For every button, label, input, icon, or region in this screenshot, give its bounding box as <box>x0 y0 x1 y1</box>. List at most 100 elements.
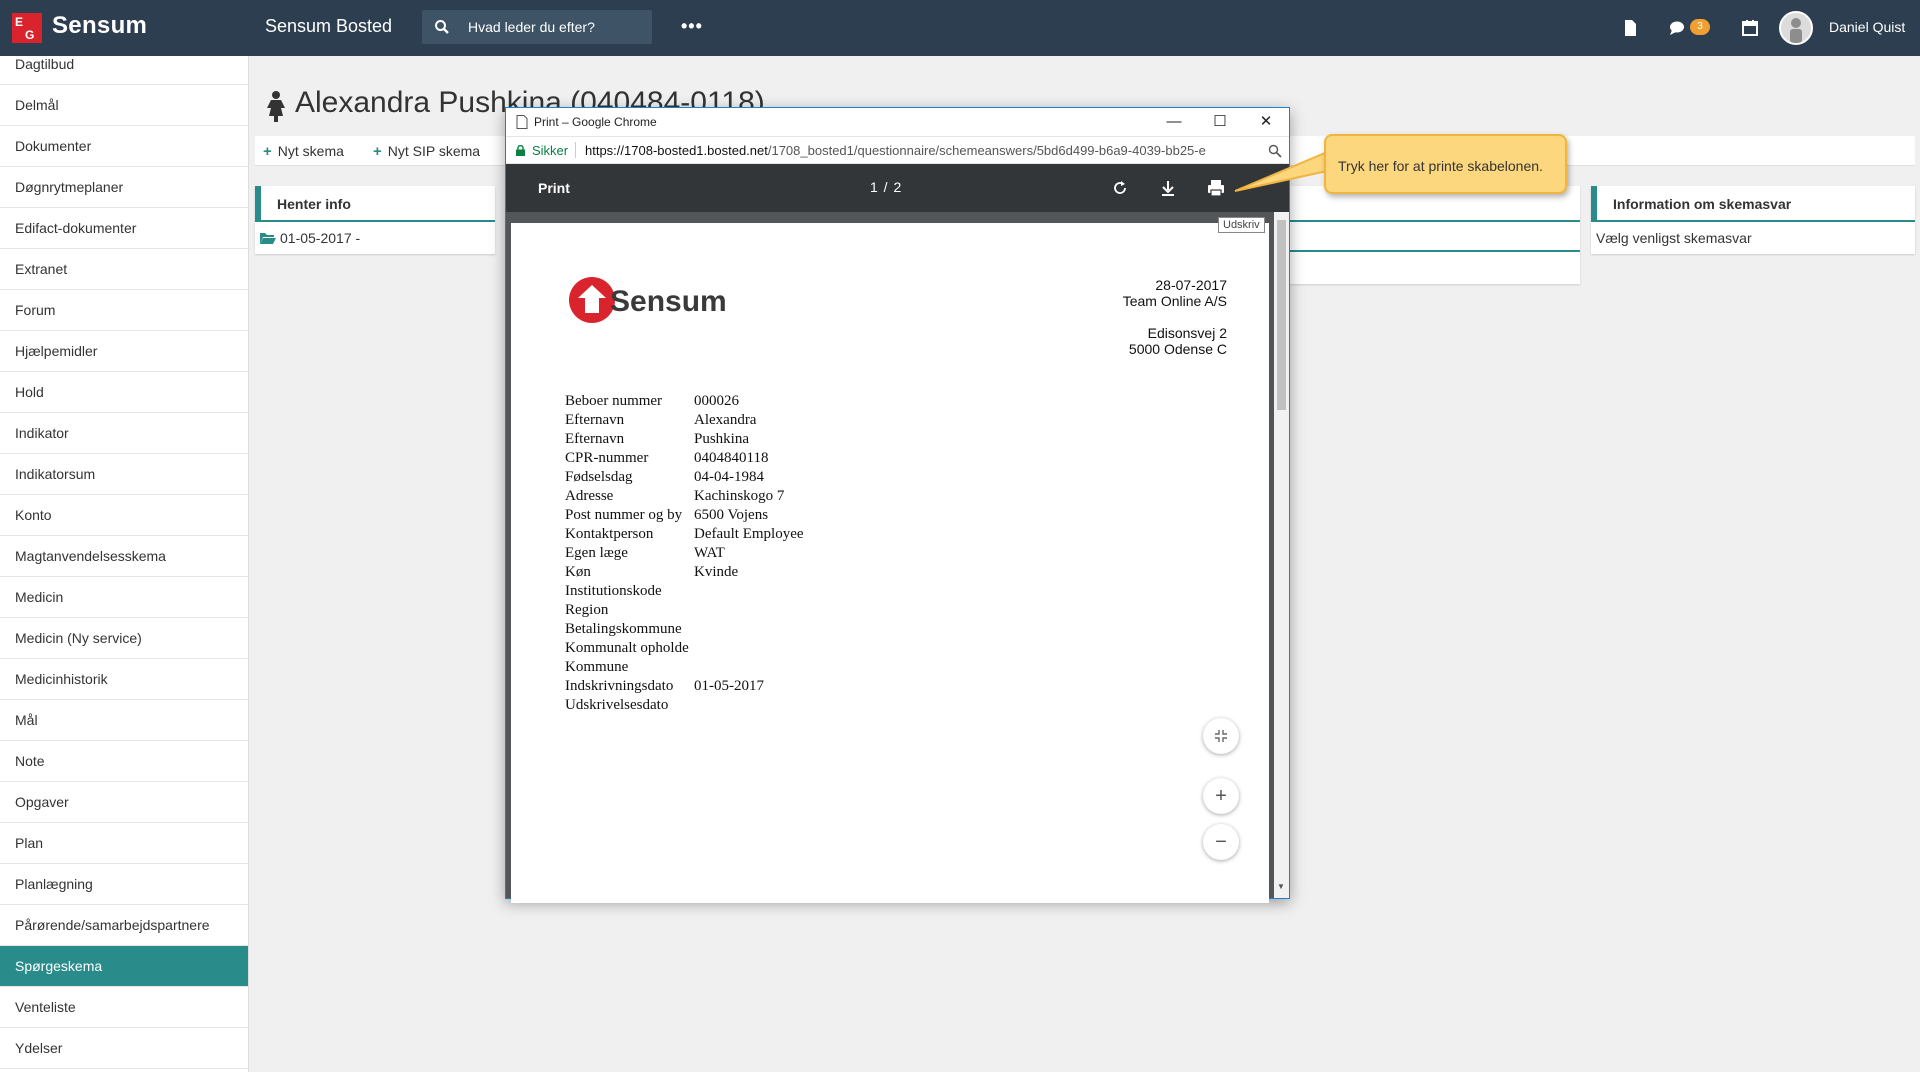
scroll-down-arrow-icon[interactable]: ▼ <box>1277 882 1285 891</box>
document-field-value: WAT <box>694 545 725 561</box>
sidebar-item[interactable]: Pårørende/samarbejdspartnere <box>0 905 248 946</box>
document-field-label: Institutionskode <box>565 583 662 599</box>
sidebar-item[interactable]: Opgaver <box>0 782 248 823</box>
sidebar-item[interactable]: Ydelser <box>0 1028 248 1069</box>
document-field-value: 0404840118 <box>694 450 769 466</box>
sidebar-item[interactable]: Døgnrytmeplaner <box>0 167 248 208</box>
document-logo-text: Sensum <box>610 285 727 318</box>
url-path: /1708_bosted1/questionnaire/schemeanswer… <box>767 143 1206 158</box>
scrollbar-thumb[interactable] <box>1277 220 1286 410</box>
sidebar-item[interactable]: Mål <box>0 700 248 741</box>
svg-text:E: E <box>15 15 23 29</box>
document-field-label: Udskrivelsesdato <box>565 697 669 713</box>
close-button[interactable]: ✕ <box>1243 108 1289 136</box>
minimize-button[interactable]: — <box>1151 108 1197 136</box>
sidebar-item[interactable]: Hold <box>0 372 248 413</box>
document-field-label: Køn <box>565 564 591 580</box>
url-text[interactable]: https://1708-bosted1.bosted.net/1708_bos… <box>585 143 1265 158</box>
sidebar-item[interactable]: Extranet <box>0 249 248 290</box>
female-person-icon <box>267 91 285 122</box>
plus-icon: + <box>263 143 272 160</box>
document-field-label: Kommunalt opholde <box>565 640 689 656</box>
sidebar-item[interactable]: Delmål <box>0 85 248 126</box>
sidebar-item[interactable]: Edifact-dokumenter <box>0 208 248 249</box>
sidebar-item[interactable]: Medicin <box>0 577 248 618</box>
document-field-label: Fødselsdag <box>565 469 633 485</box>
new-sip-scheme-button[interactable]: + Nyt SIP skema <box>373 143 480 160</box>
window-titlebar[interactable]: Print – Google Chrome — ☐ ✕ <box>506 108 1289 136</box>
user-avatar-icon <box>1790 18 1802 43</box>
sidebar-item[interactable]: Planlægning <box>0 864 248 905</box>
document-icon[interactable] <box>1619 17 1641 39</box>
print-window: Print – Google Chrome — ☐ ✕ Sikker https… <box>505 107 1290 903</box>
sidebar-item[interactable]: Forum <box>0 290 248 331</box>
document-field-label: Kommune <box>565 659 629 675</box>
user-name[interactable]: Daniel Quist <box>1829 19 1905 35</box>
pdf-page: Sensum 28-07-2017 Team Online A/S Edison… <box>511 223 1269 903</box>
search-icon[interactable] <box>434 19 450 35</box>
maximize-button[interactable]: ☐ <box>1197 108 1243 136</box>
rotate-icon[interactable] <box>1110 178 1130 198</box>
fit-page-button[interactable] <box>1203 718 1239 754</box>
fit-to-page-icon <box>1215 730 1227 742</box>
search-box[interactable] <box>422 10 652 44</box>
plus-icon: + <box>1215 785 1227 807</box>
top-bar: E G Sensum Sensum Bosted ••• 3 Daniel Qu… <box>0 0 1920 56</box>
document-field-value: Kachinskogo 7 <box>694 488 785 504</box>
document-field-value: 6500 Vojens <box>694 507 769 523</box>
scheme-date-item[interactable]: 01-05-2017 - <box>255 222 495 254</box>
document-field-label: Betalingskommune <box>565 621 682 637</box>
print-tooltip: Udskriv <box>1218 217 1265 233</box>
new-scheme-button[interactable]: + Nyt skema <box>263 143 344 160</box>
eg-logo-icon: E G <box>12 13 42 43</box>
sidebar-item[interactable]: Indikatorsum <box>0 454 248 495</box>
document-field-value: 000026 <box>694 393 739 409</box>
app-title[interactable]: Sensum Bosted <box>265 16 392 37</box>
calendar-icon[interactable] <box>1739 17 1761 39</box>
sidebar-item[interactable]: Hjælpemidler <box>0 331 248 372</box>
document-company: Team Online A/S <box>1122 293 1227 309</box>
document-field-label: Efternavn <box>565 431 625 447</box>
logo-text[interactable]: Sensum <box>52 12 147 40</box>
more-menu-icon[interactable]: ••• <box>681 16 703 37</box>
pdf-viewer[interactable]: Sensum 28-07-2017 Team Online A/S Edison… <box>506 212 1289 903</box>
scheme-date: 01-05-2017 - <box>280 230 361 246</box>
help-callout: Tryk her for at printe skabelonen. <box>1324 134 1567 194</box>
zoom-in-button[interactable]: + <box>1203 778 1239 814</box>
sidebar-item[interactable]: Indikator <box>0 413 248 454</box>
new-scheme-label: Nyt skema <box>277 143 344 159</box>
avatar[interactable] <box>1779 11 1813 45</box>
document-field-value: Alexandra <box>694 412 757 428</box>
sidebar-item[interactable]: Dagtilbud <box>0 56 248 85</box>
page-icon <box>516 115 528 129</box>
middle-panel-row <box>1280 222 1580 252</box>
sidebar-item[interactable]: Dokumenter <box>0 126 248 167</box>
zoom-out-button[interactable]: − <box>1203 824 1239 860</box>
print-icon[interactable] <box>1206 178 1226 198</box>
sidebar-item[interactable]: Plan <box>0 823 248 864</box>
sidebar-item[interactable]: Spørgeskema <box>0 946 248 987</box>
sidebar-item[interactable]: Venteliste <box>0 987 248 1028</box>
download-icon[interactable] <box>1158 178 1178 198</box>
document-field-value: Default Employee <box>694 526 804 542</box>
sidebar-item[interactable]: Magtanvendelsesskema <box>0 536 248 577</box>
sidebar-item[interactable]: Medicin (Ny service) <box>0 618 248 659</box>
sidebar-item[interactable]: Medicinhistorik <box>0 659 248 700</box>
sidebar-item[interactable]: Konto <box>0 495 248 536</box>
address-bar[interactable]: Sikker https://1708-bosted1.bosted.net/1… <box>506 136 1289 164</box>
document-field-value: Pushkina <box>694 431 750 447</box>
search-input[interactable] <box>468 10 648 44</box>
pdf-scrollbar[interactable]: ▼ <box>1274 212 1289 898</box>
document-field-value: 01-05-2017 <box>694 678 764 694</box>
info-panel-left: Henter info 01-05-2017 - <box>255 186 495 254</box>
select-answer-hint: Vælg venligst skemasvar <box>1596 230 1752 246</box>
messages-badge[interactable]: 3 <box>1690 19 1710 35</box>
document-field-label: Indskrivningsdato <box>565 678 674 694</box>
chat-icon[interactable] <box>1666 17 1688 39</box>
lock-icon <box>516 145 525 156</box>
info-panel-right: Information om skemasvar Vælg venligst s… <box>1591 186 1915 254</box>
panel-title: Henter info <box>255 186 495 222</box>
document-field-value: 04-04-1984 <box>694 469 764 485</box>
pdf-title: Print <box>538 180 570 196</box>
sidebar-item[interactable]: Note <box>0 741 248 782</box>
